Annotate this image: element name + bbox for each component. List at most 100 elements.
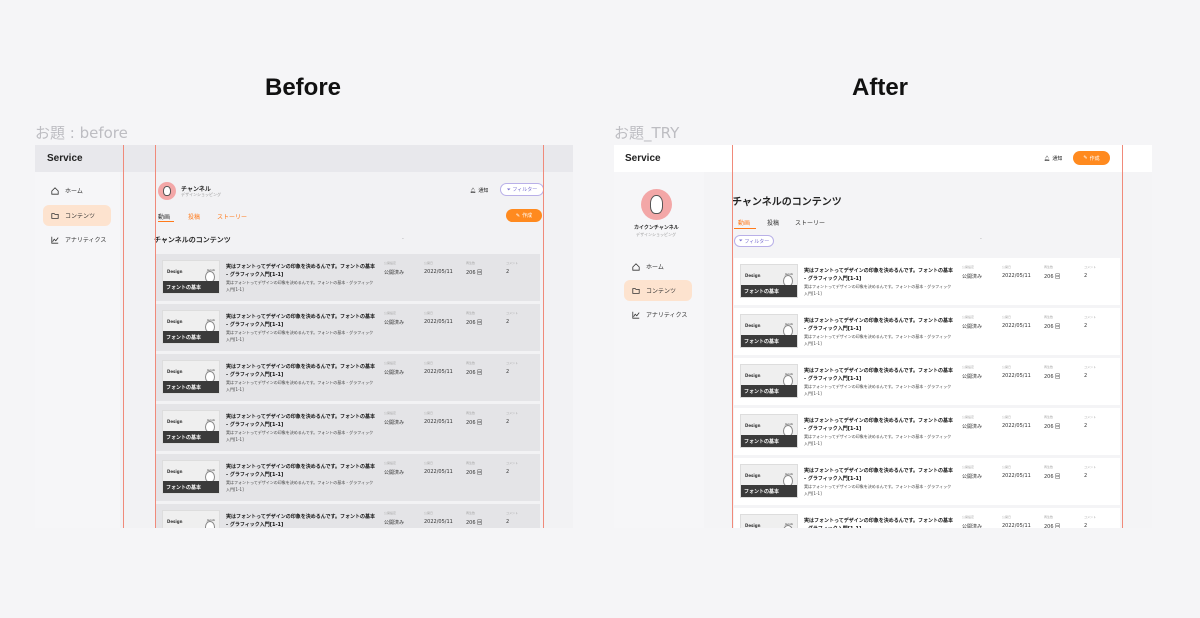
comments-value: 2 <box>1084 523 1088 528</box>
video-title[interactable]: 実はフォントってデザインの印象を決めるんです。フォントの基本 - グラフィック入… <box>804 267 954 283</box>
video-title[interactable]: 実はフォントってデザインの印象を決めるんです。フォントの基本 - グラフィック入… <box>226 363 376 379</box>
video-thumbnail[interactable]: DesignJacobフォントの基本 <box>740 314 798 348</box>
content-row[interactable]: DesignJacobフォントの基本実はフォントってデザインの印象を決めるんです… <box>734 508 1120 528</box>
video-description: 実はフォントってデザインの印象を決めるんです。フォントの基本 - グラフィック入… <box>226 430 374 442</box>
tab-videos[interactable]: 動画 <box>738 218 750 227</box>
video-thumbnail[interactable]: DesignJacobフォントの基本 <box>740 364 798 398</box>
content-row[interactable]: DesignJacobフォントの基本実はフォントってデザインの印象を決めるんです… <box>156 304 540 351</box>
channel-avatar[interactable] <box>158 182 176 200</box>
video-thumbnail[interactable]: DesignJacobフォントの基本 <box>740 464 798 498</box>
video-title[interactable]: 実はフォントってデザインの印象を決めるんです。フォントの基本 - グラフィック入… <box>804 367 954 383</box>
date-value: 2022/05/11 <box>424 419 453 425</box>
content-row[interactable]: DesignJacobフォントの基本実はフォントってデザインの印象を決めるんです… <box>156 404 540 451</box>
column-label: コメント <box>1084 315 1097 319</box>
pencil-icon: ✎ <box>515 212 521 219</box>
column-label: 公開日 <box>1002 415 1012 419</box>
video-thumbnail[interactable]: DesignJacobフォントの基本 <box>162 260 220 294</box>
content-row[interactable]: DesignJacobフォントの基本実はフォントってデザインの印象を決めるんです… <box>156 454 540 501</box>
thumb-caption: フォントの基本 <box>166 435 202 441</box>
channel-avatar[interactable] <box>641 189 672 220</box>
tab-videos[interactable]: 動画 <box>158 212 170 221</box>
date-value: 2022/05/11 <box>1002 423 1031 429</box>
video-thumbnail[interactable]: DesignJacobフォントの基本 <box>162 310 220 344</box>
video-description: 実はフォントってデザインの印象を決めるんです。フォントの基本 - グラフィック入… <box>804 484 952 496</box>
video-title[interactable]: 実はフォントってデザインの印象を決めるんです。フォントの基本 - グラフィック入… <box>804 517 954 528</box>
column-label: 再生数 <box>1044 465 1054 469</box>
column-label: コメント <box>1084 515 1097 519</box>
content-row[interactable]: DesignJacobフォントの基本実はフォントってデザインの印象を決めるんです… <box>156 504 540 528</box>
video-thumbnail[interactable]: DesignJacobフォントの基本 <box>162 360 220 394</box>
filter-button[interactable]: ⏷ フィルター <box>734 235 774 247</box>
sidebar-item-home[interactable]: ホーム <box>43 180 111 201</box>
video-title[interactable]: 実はフォントってデザインの印象を決めるんです。フォントの基本 - グラフィック入… <box>226 313 376 329</box>
status-value: 公開済み <box>384 370 405 376</box>
video-thumbnail[interactable]: DesignJacobフォントの基本 <box>740 514 798 528</box>
video-thumbnail[interactable]: DesignJacobフォントの基本 <box>740 414 798 448</box>
notify-button[interactable]: 🔔︎ 通知 <box>1044 155 1062 163</box>
column-label: 再生数 <box>466 411 476 415</box>
column-label: 再生数 <box>466 311 476 315</box>
create-button[interactable]: ✎ 作成 <box>1073 151 1110 165</box>
sidebar-item-analytics[interactable]: アナリティクス <box>43 229 111 250</box>
video-title[interactable]: 実はフォントってデザインの印象を決めるんです。フォントの基本 - グラフィック入… <box>226 263 376 279</box>
video-title[interactable]: 実はフォントってデザインの印象を決めるんです。フォントの基本 - グラフィック入… <box>226 463 376 479</box>
video-thumbnail[interactable]: DesignJacobフォントの基本 <box>740 264 798 298</box>
brand-logo[interactable]: Service <box>625 153 661 164</box>
column-label: 公開設定 <box>962 265 975 269</box>
views-value: 206 回 <box>466 520 483 526</box>
video-title[interactable]: 実はフォントってデザインの印象を決めるんです。フォントの基本 - グラフィック入… <box>226 413 376 429</box>
tab-stories[interactable]: ストーリー <box>795 218 825 227</box>
bell-icon: 🔔︎ <box>470 187 477 194</box>
column-label: 公開設定 <box>384 411 397 415</box>
status-value: 公開済み <box>384 470 405 476</box>
sidebar-item-label: アナリティクス <box>646 312 688 319</box>
filter-button[interactable]: ⏷ フィルター <box>500 183 544 196</box>
home-icon <box>51 186 59 195</box>
video-description: 実はフォントってデザインの印象を決めるんです。フォントの基本 - グラフィック入… <box>226 330 374 342</box>
date-value: 2022/05/11 <box>1002 523 1031 528</box>
video-title[interactable]: 実はフォントってデザインの印象を決めるんです。フォントの基本 - グラフィック入… <box>804 317 954 333</box>
tab-posts[interactable]: 投稿 <box>188 212 200 221</box>
sidebar-item-analytics[interactable]: アナリティクス <box>624 304 692 325</box>
thumb-caption: フォントの基本 <box>744 389 780 395</box>
sidebar-item-contents[interactable]: コンテンツ <box>43 205 111 226</box>
content-row[interactable]: DesignJacobフォントの基本実はフォントってデザインの印象を決めるんです… <box>734 458 1120 505</box>
sidebar-item-label: コンテンツ <box>646 288 677 295</box>
views-value: 206 回 <box>466 320 483 326</box>
video-title[interactable]: 実はフォントってデザインの印象を決めるんです。フォントの基本 - グラフィック入… <box>804 467 954 483</box>
video-thumbnail[interactable]: DesignJacobフォントの基本 <box>162 460 220 494</box>
content-row[interactable]: DesignJacobフォントの基本実はフォントってデザインの印象を決めるんです… <box>156 254 540 301</box>
views-value: 206 回 <box>466 420 483 426</box>
tab-posts[interactable]: 投稿 <box>767 218 779 227</box>
channel-subtitle: デザインショッピング <box>636 232 676 237</box>
column-label: 再生数 <box>1044 515 1054 519</box>
create-button[interactable]: ✎ 作成 <box>506 209 542 222</box>
video-thumbnail[interactable]: DesignJacobフォントの基本 <box>162 410 220 444</box>
comments-value: 2 <box>1084 273 1088 279</box>
thumb-caption: フォントの基本 <box>744 489 780 495</box>
video-description: 実はフォントってデザインの印象を決めるんです。フォントの基本 - グラフィック入… <box>804 434 952 446</box>
content-row[interactable]: DesignJacobフォントの基本実はフォントってデザインの印象を決めるんです… <box>734 258 1120 305</box>
guide-line <box>1122 145 1123 528</box>
column-label: 公開設定 <box>962 365 975 369</box>
tab-stories[interactable]: ストーリー <box>217 212 247 221</box>
content-row[interactable]: DesignJacobフォントの基本実はフォントってデザインの印象を決めるんです… <box>156 354 540 401</box>
video-title[interactable]: 実はフォントってデザインの印象を決めるんです。フォントの基本 - グラフィック入… <box>804 417 954 433</box>
content-row[interactable]: DesignJacobフォントの基本実はフォントってデザインの印象を決めるんです… <box>734 358 1120 405</box>
column-label: 再生数 <box>1044 265 1054 269</box>
status-value: 公開済み <box>384 320 405 326</box>
sidebar-item-label: ホーム <box>65 188 83 195</box>
sidebar-item-home[interactable]: ホーム <box>624 256 692 277</box>
video-thumbnail[interactable]: DesignJacobフォントの基本 <box>162 510 220 528</box>
brand-logo[interactable]: Service <box>47 153 83 164</box>
status-value: 公開済み <box>962 474 983 480</box>
status-value: 公開済み <box>962 424 983 430</box>
thumb-logo: Design <box>745 323 761 328</box>
video-title[interactable]: 実はフォントってデザインの印象を決めるんです。フォントの基本 - グラフィック入… <box>226 513 376 528</box>
notify-button[interactable]: 🔔︎ 通知 <box>470 187 488 195</box>
before-frame: Service ホーム コンテンツ アナリティクス チャンネル デザインショッピ… <box>35 145 573 528</box>
content-row[interactable]: DesignJacobフォントの基本実はフォントってデザインの印象を決めるんです… <box>734 408 1120 455</box>
content-row[interactable]: DesignJacobフォントの基本実はフォントってデザインの印象を決めるんです… <box>734 308 1120 355</box>
date-value: 2022/05/11 <box>1002 323 1031 329</box>
sidebar-item-contents[interactable]: コンテンツ <box>624 280 692 301</box>
